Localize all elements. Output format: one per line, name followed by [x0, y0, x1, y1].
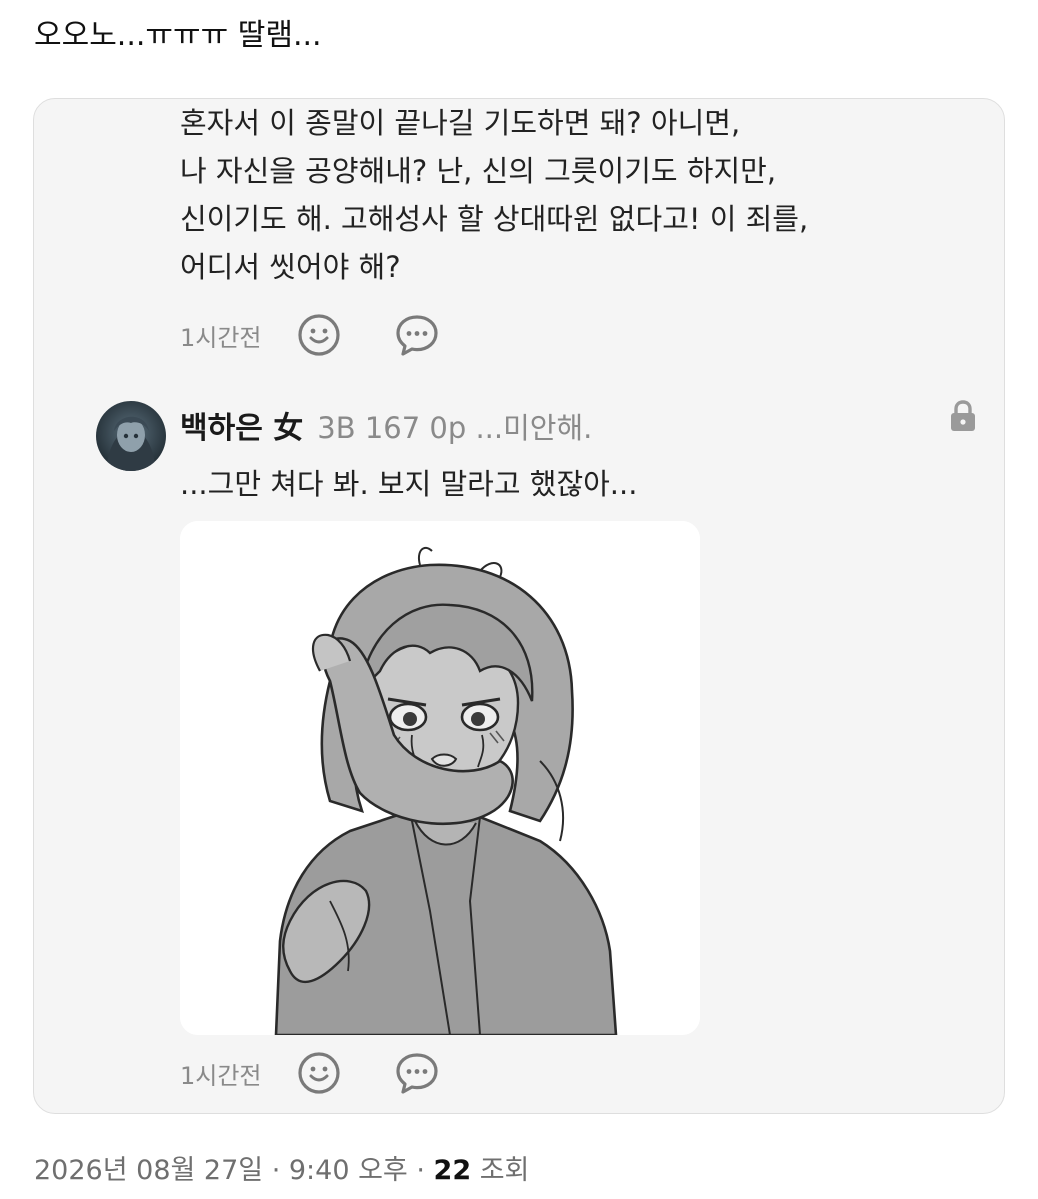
avatar[interactable]	[96, 401, 166, 471]
reply-timestamp: 1시간전	[180, 1061, 262, 1090]
reply-text: ...그만 쳐다 봐. 보지 말라고 했잖아...	[180, 467, 638, 501]
reply-header: 백하은 女 3B 167 0p ...미안해.	[180, 403, 592, 447]
reply-author-name[interactable]: 백하은 女	[180, 403, 303, 447]
comment-meta-row: 1시간전	[180, 307, 492, 363]
quoted-comment-card[interactable]: 혼자서 이 종말이 끝나길 기도하면 돼? 아니면, 나 자신을 공양해내? 난…	[33, 98, 1005, 1114]
reply-author-status: 3B 167 0p ...미안해.	[317, 411, 593, 445]
view-count-label: 조회	[471, 1155, 530, 1186]
view-count[interactable]: 22	[434, 1155, 472, 1186]
lock-icon	[948, 399, 978, 433]
post-time: 9:40 오후	[288, 1155, 408, 1186]
comment-line: 혼자서 이 종말이 끝나길 기도하면 돼? 아니면,	[180, 106, 741, 140]
comment-line: 어디서 씻어야 해?	[180, 250, 401, 284]
chat-bubble-icon[interactable]	[394, 1050, 440, 1096]
reply-meta-row: 1시간전	[180, 1045, 492, 1101]
smiley-icon[interactable]	[296, 1050, 342, 1096]
comment-timestamp: 1시간전	[180, 323, 262, 352]
manga-drawing-image[interactable]	[180, 521, 700, 1035]
comment-body: 혼자서 이 종말이 끝나길 기도하면 돼? 아니면, 나 자신을 공양해내? 난…	[180, 99, 980, 291]
tweet-text: 오오노...ㅠㅠㅠ 딸램...	[34, 18, 322, 53]
chat-bubble-icon[interactable]	[394, 312, 440, 358]
separator: ·	[407, 1155, 434, 1186]
separator: ·	[263, 1155, 289, 1186]
comment-line: 나 자신을 공양해내? 난, 신의 그릇이기도 하지만,	[180, 154, 777, 188]
tweet-footer: 2026년 08월 27일 · 9:40 오후 · 22 조회	[34, 1148, 529, 1187]
comment-line: 신이기도 해. 고해성사 할 상대따윈 없다고! 이 죄를,	[180, 202, 809, 236]
smiley-icon[interactable]	[296, 312, 342, 358]
post-date: 2026년 08월 27일	[34, 1155, 264, 1186]
